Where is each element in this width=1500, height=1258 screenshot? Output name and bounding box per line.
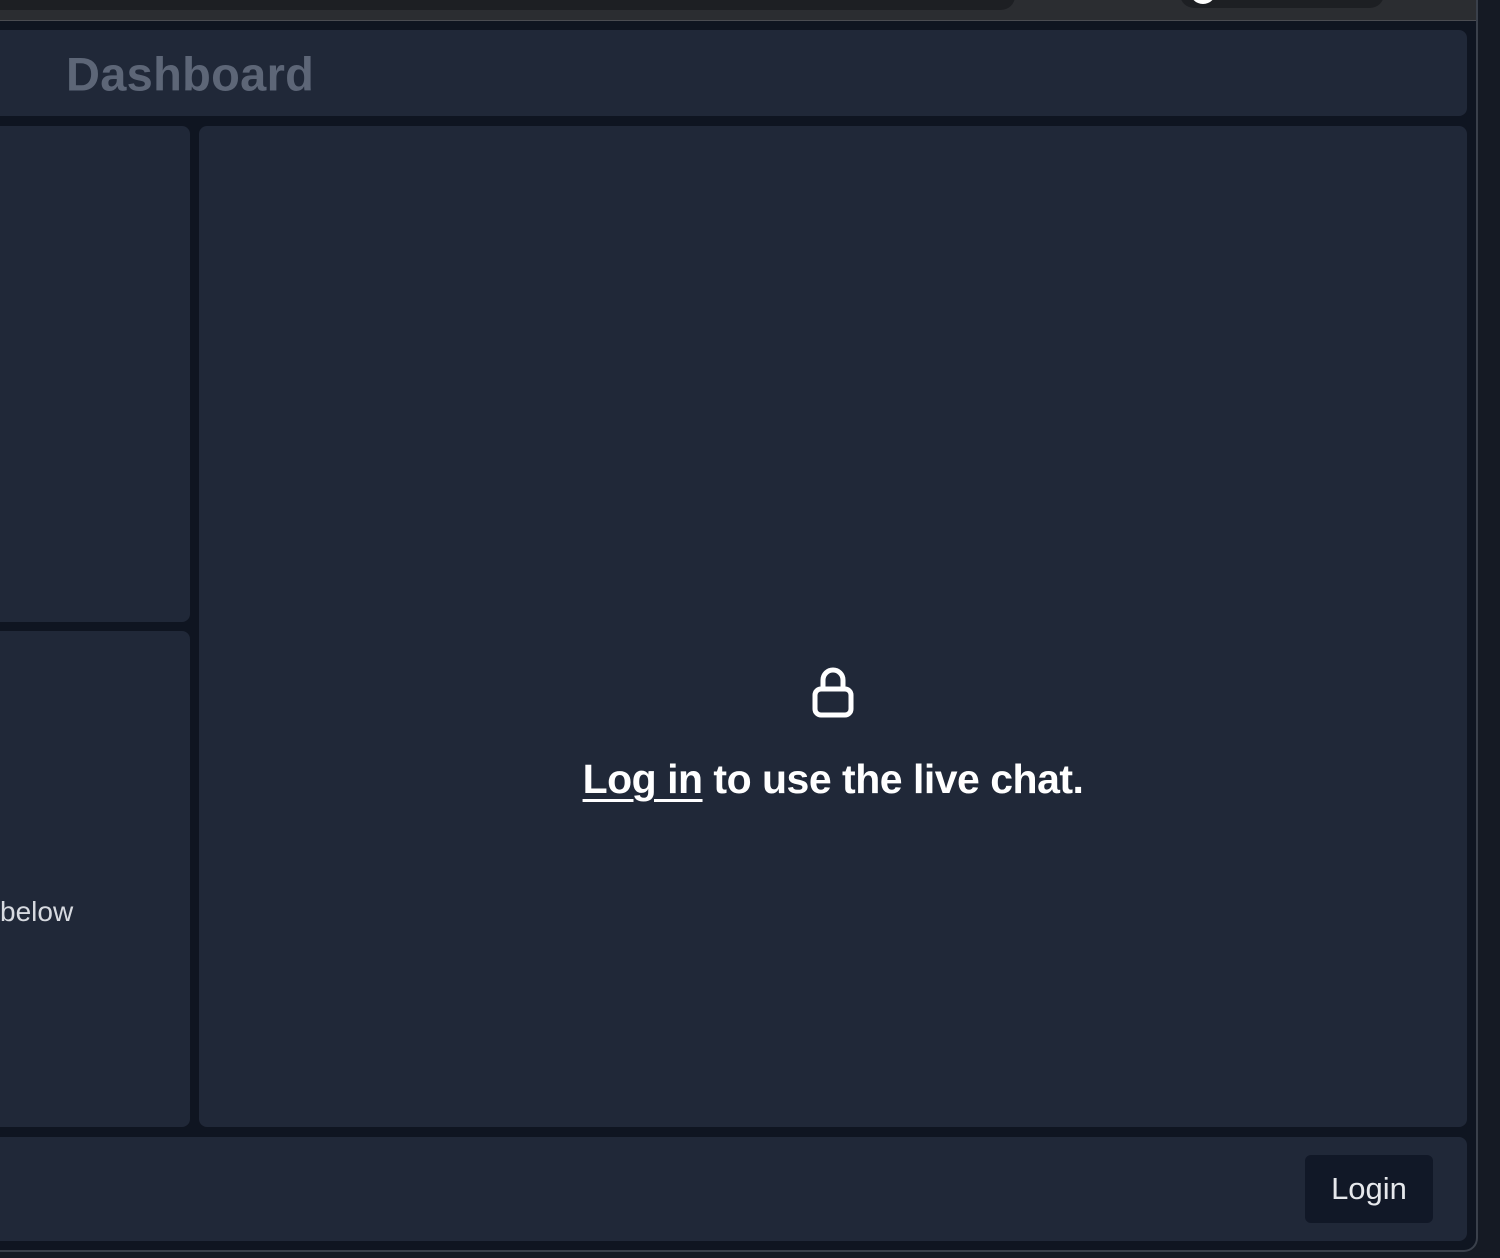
left-panel-note: below <box>0 896 74 927</box>
chat-panel: Log in to use the live chat. <box>199 126 1467 1127</box>
login-link[interactable]: Log in <box>583 756 703 802</box>
left-panel-bottom: below <box>0 631 190 1127</box>
app-window: Dashboard below Log in to use the live c… <box>0 0 1478 1252</box>
profile-button[interactable] <box>1180 0 1384 8</box>
address-bar[interactable] <box>0 0 1015 10</box>
browser-toolbar <box>0 0 1476 21</box>
login-button[interactable]: Login <box>1305 1155 1433 1223</box>
login-prompt: Log in to use the live chat. <box>199 756 1467 803</box>
login-prompt-text: to use the live chat. <box>702 756 1084 802</box>
footer-bar: Login <box>0 1137 1467 1241</box>
page-header: Dashboard <box>0 30 1467 116</box>
page-title: Dashboard <box>66 47 315 101</box>
avatar <box>1190 0 1216 4</box>
lock-icon <box>812 667 854 718</box>
left-panel-top <box>0 126 190 622</box>
